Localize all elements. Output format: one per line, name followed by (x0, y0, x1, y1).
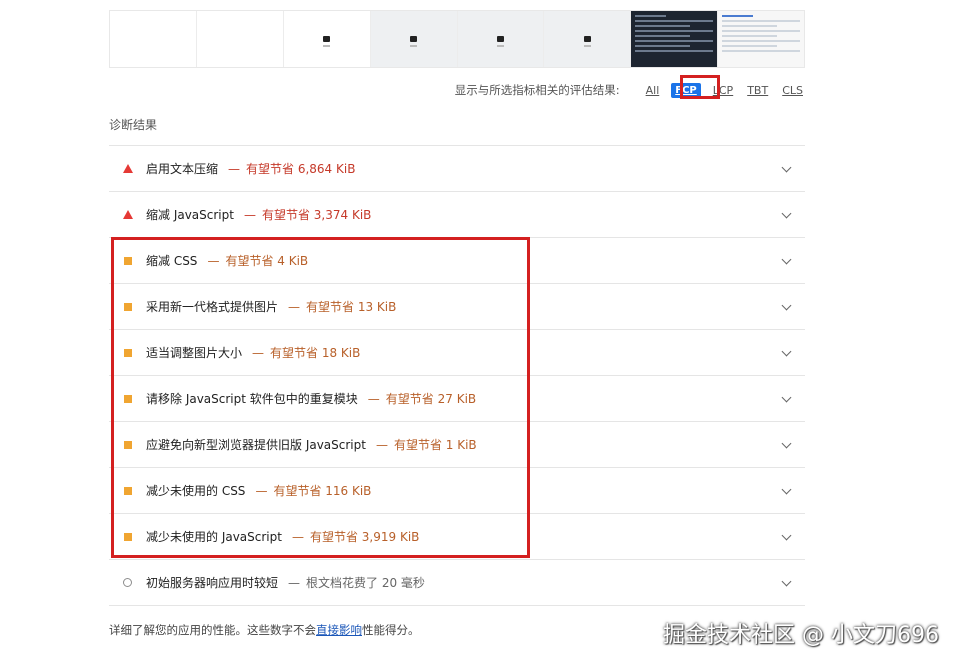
section-title: 诊断结果 (109, 118, 158, 132)
chevron-down-icon[interactable] (781, 392, 792, 403)
filmstrip-frame (284, 11, 371, 67)
audit-title: 初始服务器响应用时较短 (146, 576, 279, 590)
filmstrip-frame (457, 11, 545, 67)
filmstrip-frame (718, 11, 804, 67)
audit-title: 缩减 JavaScript (146, 208, 234, 222)
audit-savings: 有望节省 6,864 KiB (246, 162, 356, 176)
filter-tbt-button[interactable]: TBT (745, 83, 770, 98)
audit-separator: — (243, 207, 256, 222)
chevron-down-icon[interactable] (781, 254, 792, 265)
audit-row[interactable]: 初始服务器响应用时较短 — 根文档花费了 20 毫秒 (109, 560, 805, 606)
filter-cls-button[interactable]: CLS (780, 83, 805, 98)
filmstrip-frame (631, 11, 719, 67)
chevron-down-icon[interactable] (781, 162, 792, 173)
loading-icon (496, 36, 504, 47)
audit-separator: — (288, 575, 301, 590)
loading-icon (323, 36, 331, 47)
footer-text: 详细了解您的应用的性能。这些数字不会 (109, 623, 316, 637)
metric-filter-label: 显示与所选指标相关的评估结果: (454, 83, 620, 97)
fcp-highlight-box (680, 75, 720, 99)
filter-all-button[interactable]: All (644, 83, 662, 98)
chevron-down-icon[interactable] (781, 300, 792, 311)
loading-icon (583, 36, 591, 47)
audit-savings: 根文档花费了 20 毫秒 (306, 576, 425, 590)
audit-row[interactable]: 缩减 JavaScript — 有望节省 3,374 KiB (109, 192, 805, 238)
chevron-down-icon[interactable] (781, 484, 792, 495)
filmstrip-frame (110, 11, 197, 67)
direct-impact-link[interactable]: 直接影响 (316, 623, 362, 637)
opportunities-highlight-box (111, 237, 530, 558)
filmstrip-frame (370, 11, 458, 67)
audit-title: 启用文本压缩 (146, 162, 219, 176)
filmstrip (109, 10, 805, 68)
chevron-down-icon[interactable] (781, 576, 792, 587)
filmstrip-frame (197, 11, 284, 67)
audit-savings: 有望节省 3,374 KiB (261, 208, 372, 222)
fail-icon (122, 210, 133, 219)
footer-note: 详细了解您的应用的性能。这些数字不会直接影响性能得分。 (109, 622, 420, 638)
chevron-down-icon[interactable] (781, 438, 792, 449)
fail-icon (122, 164, 133, 173)
audit-separator: — (228, 161, 241, 176)
chevron-down-icon[interactable] (781, 346, 792, 357)
loading-icon (410, 36, 418, 47)
chevron-down-icon[interactable] (781, 530, 792, 541)
info-icon (123, 578, 132, 587)
filmstrip-frame (544, 11, 632, 67)
chevron-down-icon[interactable] (781, 208, 792, 219)
audit-row[interactable]: 启用文本压缩 — 有望节省 6,864 KiB (109, 146, 805, 192)
footer-text-end: 性能得分。 (362, 623, 420, 637)
watermark: 掘金技术社区 @ 小文刀696 (663, 623, 939, 648)
